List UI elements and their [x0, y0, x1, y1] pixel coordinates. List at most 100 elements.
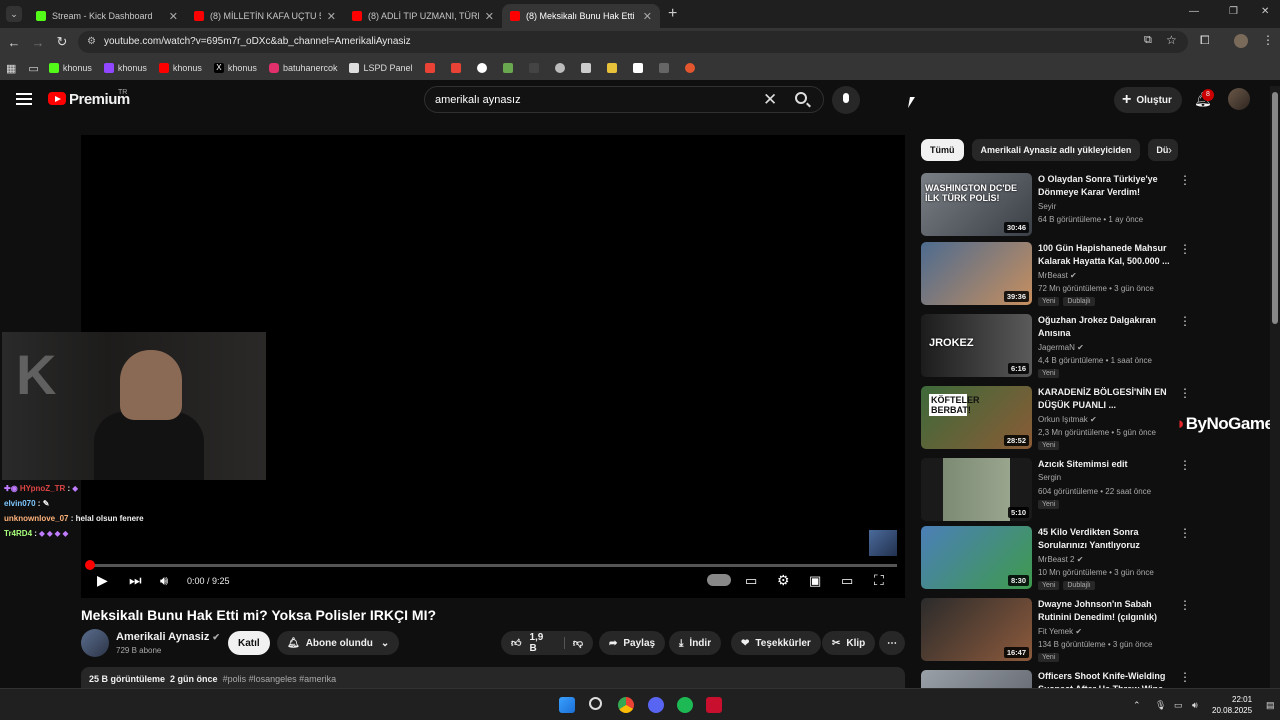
thumbs-down-icon[interactable]: 👎︎	[563, 637, 583, 649]
bookmark-item[interactable]: Xkhonus	[213, 63, 257, 73]
gmail-icon[interactable]	[424, 63, 439, 73]
search-box[interactable]: amerikalı aynasız ✕	[424, 86, 824, 113]
like-button[interactable]: 👍︎ 1,9 B 👎︎	[501, 631, 593, 655]
recommendation-item[interactable]: 16:47 Dwayne Johnson'ın Sabah Rutinini D…	[921, 598, 1191, 662]
install-app-icon[interactable]: ⧉	[1144, 34, 1152, 47]
more-options-icon[interactable]: ⋮	[1179, 670, 1191, 684]
channel-avatar[interactable]	[81, 629, 109, 657]
channel-watermark[interactable]	[869, 530, 897, 556]
recommendation-item[interactable]: 5:10 Azıcık Sitemimsi edit Sergin 604 gö…	[921, 458, 1191, 522]
tray-volume-icon[interactable]: 🔊︎	[1192, 700, 1198, 711]
tab-close-icon[interactable]: ✕	[485, 10, 494, 23]
bookmark-item[interactable]: LSPD Panel	[349, 63, 413, 73]
video-thumbnail[interactable]: 8:30	[921, 526, 1032, 589]
subtitles-icon[interactable]: ▭	[745, 573, 757, 589]
hashtags[interactable]: #polis #losangeles #amerika	[223, 674, 337, 684]
browser-tab[interactable]: (8) ADLİ TIP UZMANI, TÜRK DİZ ✕	[344, 4, 502, 28]
chevron-right-icon[interactable]: ›	[1168, 143, 1172, 157]
clear-search-icon[interactable]: ✕	[763, 90, 777, 110]
tab-close-icon[interactable]: ✕	[327, 10, 336, 23]
video-thumbnail[interactable]: JROKEZ 6:16	[921, 314, 1032, 377]
subscribed-button[interactable]: 🔔︎ Abone olundu ⌄	[277, 631, 400, 655]
bookmark-star-icon[interactable]: ☆	[1166, 33, 1177, 47]
profile-avatar-icon[interactable]	[1234, 34, 1248, 48]
recommendation-item[interactable]: KÖFTELER BERBAT! 28:52 KARADENİZ BÖLGESİ'…	[921, 386, 1191, 450]
spotify-icon[interactable]	[677, 697, 693, 713]
more-options-icon[interactable]: ⋮	[1179, 526, 1191, 540]
next-icon[interactable]: ⏭	[129, 572, 142, 589]
more-options-icon[interactable]: ⋮	[1179, 242, 1191, 256]
search-input[interactable]: amerikalı aynasız	[435, 94, 521, 106]
download-button[interactable]: ⤓ İndir	[669, 631, 722, 655]
gmail-icon[interactable]	[450, 63, 465, 73]
miniplayer-icon[interactable]: ▣	[809, 573, 821, 589]
tab-close-icon[interactable]: ✕	[169, 10, 178, 23]
chrome-icon[interactable]	[618, 697, 634, 713]
minimize-icon[interactable]: —	[1189, 6, 1199, 17]
video-thumbnail[interactable]: 39:36	[921, 242, 1032, 305]
play-icon[interactable]: ▶	[97, 572, 108, 589]
thanks-button[interactable]: ❤ Teşekkürler	[731, 631, 821, 655]
settings-gear-icon[interactable]: ⚙	[777, 572, 790, 589]
chip-related[interactable]: Dü	[1148, 139, 1179, 161]
account-avatar[interactable]	[1228, 88, 1250, 110]
voice-search-icon[interactable]	[832, 86, 860, 114]
system-clock[interactable]: 22:01 20.08.2025	[1212, 694, 1252, 716]
browser-tab[interactable]: Stream - Kick Dashboard ✕	[28, 4, 186, 28]
bookmark-item[interactable]: khonus	[158, 63, 202, 73]
browser-menu-icon[interactable]: ⋮	[1262, 33, 1274, 47]
recommendation-item[interactable]: Officers Shoot Knife-Wielding Suspect Af…	[921, 670, 1191, 688]
more-actions-button[interactable]: ⋯	[879, 631, 905, 655]
chip-all[interactable]: Tümü	[921, 139, 964, 161]
browser-tab-active[interactable]: (8) Meksikalı Bunu Hak Etti mi? ✕	[502, 4, 660, 28]
close-window-icon[interactable]: ✕	[1261, 6, 1269, 17]
bookmark-icon[interactable]	[476, 63, 491, 73]
bookmark-icon[interactable]	[606, 63, 621, 73]
tray-mic-icon[interactable]: 🎙︎	[1155, 700, 1166, 711]
scrollbar-thumb[interactable]	[1272, 92, 1278, 324]
fullscreen-icon[interactable]: ⛶	[874, 572, 884, 589]
join-button[interactable]: Katıl	[228, 631, 270, 655]
progress-bar[interactable]	[85, 560, 897, 570]
volume-icon[interactable]: 🔊︎	[160, 573, 168, 589]
video-thumbnail[interactable]: 16:47	[921, 598, 1032, 661]
windows-start-icon[interactable]	[559, 697, 575, 713]
video-thumbnail[interactable]: KÖFTELER BERBAT! 28:52	[921, 386, 1032, 449]
share-button[interactable]: ➦ Paylaş	[599, 631, 666, 655]
menu-icon[interactable]	[16, 93, 32, 105]
autoplay-toggle[interactable]	[707, 574, 731, 586]
bookmark-icon[interactable]	[528, 63, 543, 73]
video-thumbnail[interactable]: 5:10	[921, 458, 1032, 521]
calculator-icon[interactable]	[580, 63, 595, 73]
search-icon[interactable]	[795, 92, 807, 104]
recommendation-item[interactable]: JROKEZ 6:16 Oğuzhan Jrokez Dalgakıran Anı…	[921, 314, 1191, 378]
recommendation-item[interactable]: 8:30 45 Kilo Verdikten Sonra Sorularınız…	[921, 526, 1191, 590]
video-thumbnail[interactable]	[921, 670, 1032, 688]
recommendation-item[interactable]: 39:36 100 Gün Hapishanede Mahsur Kalarak…	[921, 242, 1191, 306]
globe-icon[interactable]	[554, 63, 569, 73]
clip-button[interactable]: ✂ Klip	[822, 631, 876, 655]
chip-from-uploader[interactable]: Amerikali Aynasiz adlı yükleyiciden	[971, 139, 1141, 161]
more-options-icon[interactable]: ⋮	[1179, 598, 1191, 612]
channel-name[interactable]: Amerikali Aynasiz ✔	[116, 631, 220, 643]
new-tab-button[interactable]: +	[668, 5, 677, 23]
bookmark-item[interactable]: khonus	[48, 63, 92, 73]
apps-grid-icon[interactable]: ▦	[6, 62, 16, 75]
browser-tab[interactable]: (8) MİLLETİN KAFA UÇTU 5Srida ✕	[186, 4, 344, 28]
more-options-icon[interactable]: ⋮	[1179, 314, 1191, 328]
stream-app-icon[interactable]	[706, 697, 722, 713]
reload-icon[interactable]: ↻	[50, 34, 74, 50]
notification-center-icon[interactable]: ▤	[1266, 700, 1275, 711]
bookmark-icon[interactable]	[684, 63, 699, 73]
bookmark-icon[interactable]	[502, 63, 517, 73]
restore-icon[interactable]: ❐	[1229, 6, 1238, 17]
taskbar-search-icon[interactable]	[589, 697, 602, 710]
site-info-icon[interactable]: ⚙	[87, 31, 96, 53]
more-options-icon[interactable]: ⋮	[1179, 173, 1191, 187]
forward-icon[interactable]: →	[26, 35, 50, 50]
create-button[interactable]: + Oluştur	[1114, 87, 1182, 113]
youtube-logo-icon[interactable]	[48, 92, 66, 105]
recommendation-item[interactable]: WASHINGTON DC'DE İLK TÜRK POLİS! 30:46 O …	[921, 173, 1191, 237]
back-icon[interactable]: ←	[2, 35, 26, 50]
bookmark-item[interactable]: batuhanercok	[268, 63, 337, 73]
